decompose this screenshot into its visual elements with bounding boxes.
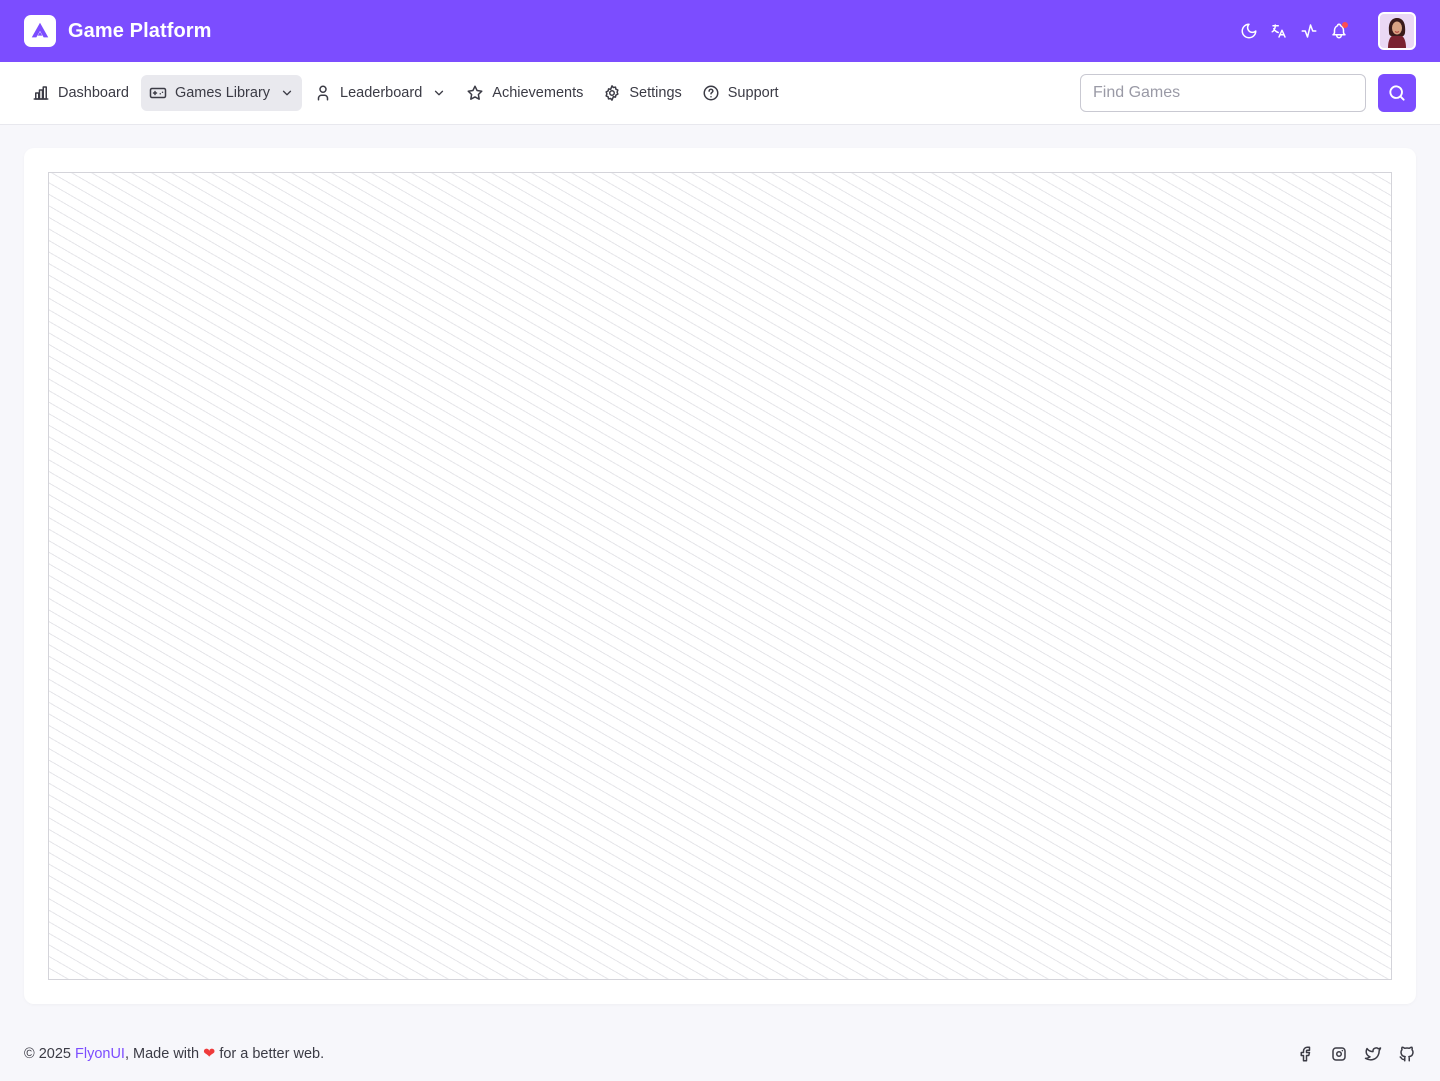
brand-title: Game Platform — [68, 19, 212, 42]
user-icon — [314, 84, 332, 102]
heart-icon: ❤ — [203, 1046, 216, 1062]
nav-item-leaderboard[interactable]: Leaderboard — [306, 75, 454, 111]
bar-chart-icon — [32, 84, 50, 102]
gamepad-icon — [149, 84, 167, 102]
top-bar: Game Platform — [0, 0, 1440, 62]
star-icon — [466, 84, 484, 102]
top-actions — [1234, 0, 1416, 62]
nav-item-label: Achievements — [492, 85, 584, 101]
help-circle-icon — [702, 84, 720, 102]
moon-icon[interactable] — [1234, 16, 1264, 46]
gear-icon — [603, 84, 621, 102]
footer: © 2025 FlyonUI, Made with ❤ for a better… — [24, 1040, 1416, 1068]
nav-item-dashboard[interactable]: Dashboard — [24, 75, 137, 111]
social-links — [1296, 1045, 1416, 1063]
search-input[interactable] — [1080, 74, 1366, 112]
nav-item-support[interactable]: Support — [694, 75, 787, 111]
twitter-icon[interactable] — [1364, 1045, 1382, 1063]
logo[interactable] — [24, 15, 56, 47]
chevron-down-icon — [280, 86, 294, 100]
nav-bar: Dashboard Games Library Leaderboard Achi… — [0, 62, 1440, 125]
nav-menu: Dashboard Games Library Leaderboard Achi… — [24, 75, 787, 111]
notification-dot — [1342, 22, 1348, 28]
github-icon[interactable] — [1398, 1045, 1416, 1063]
footer-text: © 2025 FlyonUI, Made with ❤ for a better… — [24, 1046, 324, 1062]
nav-item-achievements[interactable]: Achievements — [458, 75, 591, 111]
copyright-text: © 2025 — [24, 1046, 75, 1062]
bell-icon[interactable] — [1324, 16, 1354, 46]
content-card — [24, 148, 1416, 1004]
nav-item-label: Support — [727, 85, 779, 101]
nav-item-settings[interactable]: Settings — [595, 75, 689, 111]
activity-icon[interactable] — [1294, 16, 1324, 46]
flyonui-link[interactable]: FlyonUI — [75, 1046, 125, 1062]
avatar[interactable] — [1378, 12, 1416, 50]
logo-icon — [31, 22, 49, 38]
instagram-icon[interactable] — [1330, 1045, 1348, 1063]
search-icon — [1389, 85, 1405, 101]
content-placeholder — [48, 172, 1392, 980]
nav-item-label: Dashboard — [58, 85, 129, 101]
facebook-icon[interactable] — [1296, 1045, 1314, 1063]
chevron-down-icon — [432, 86, 446, 100]
footer-suffix: for a better web. — [215, 1046, 325, 1062]
nav-item-label: Leaderboard — [340, 85, 423, 101]
translate-icon[interactable] — [1264, 16, 1294, 46]
nav-item-label: Games Library — [174, 85, 271, 101]
footer-made-with: , Made with — [124, 1046, 204, 1062]
search-button[interactable] — [1378, 74, 1416, 112]
nav-item-label: Settings — [629, 85, 682, 101]
nav-item-games-library[interactable]: Games Library — [140, 75, 303, 111]
